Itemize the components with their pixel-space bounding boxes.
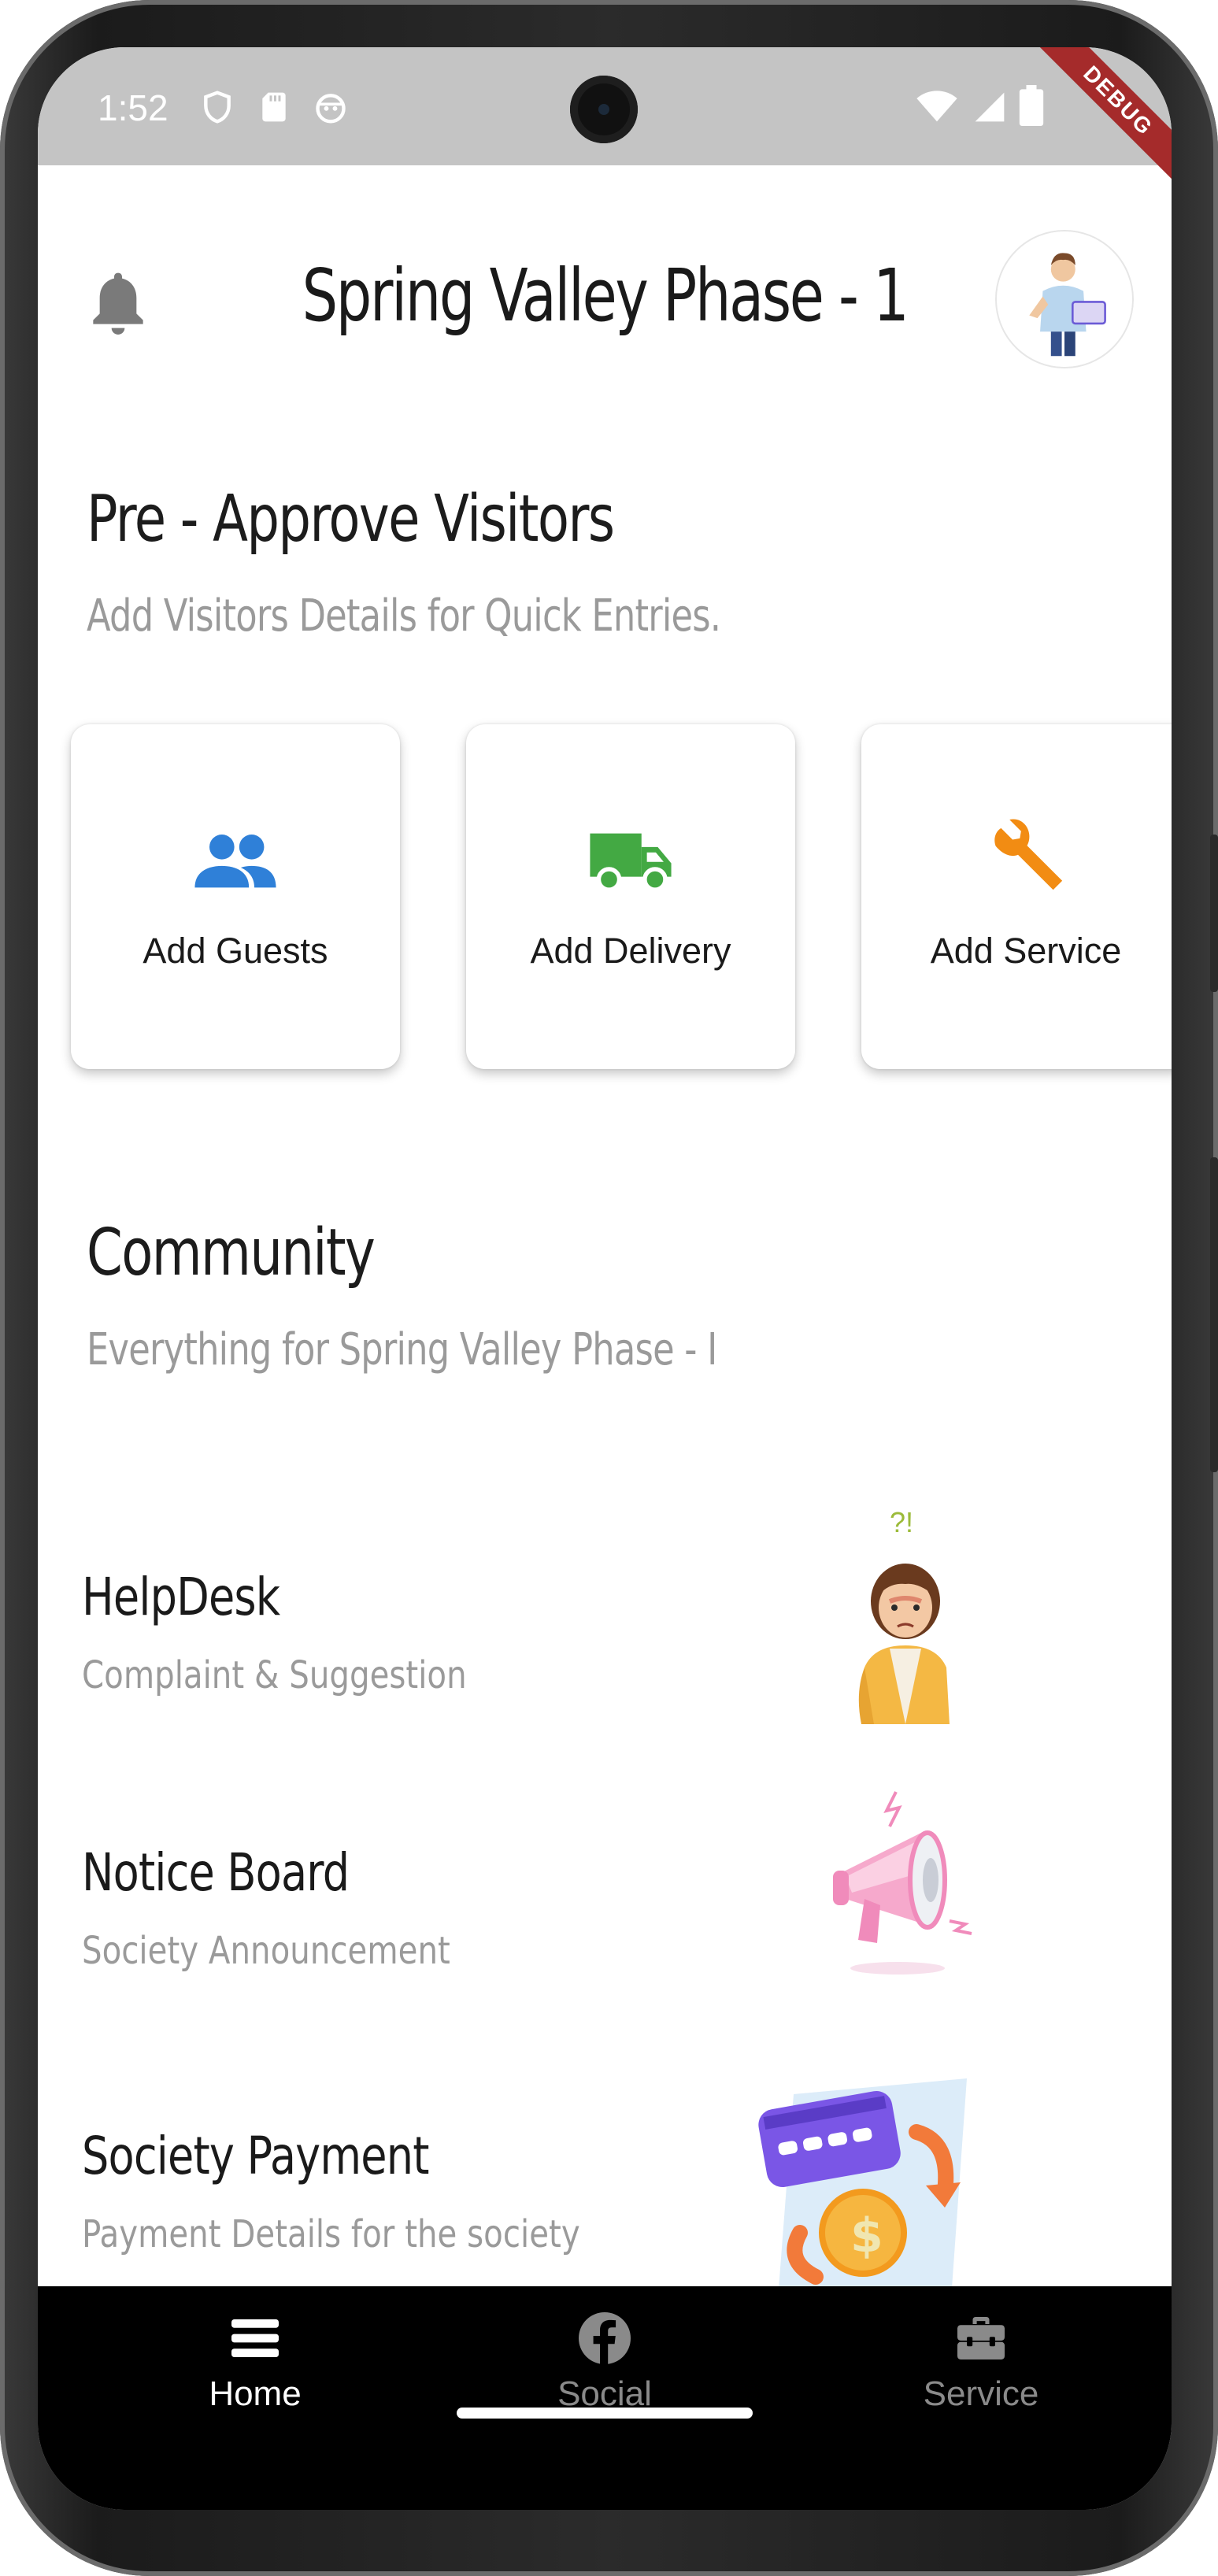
sd-card-icon — [262, 92, 286, 122]
nav-social[interactable]: Social — [487, 2310, 723, 2414]
society-payment-row[interactable]: Society Payment Payment Details for the … — [38, 2047, 1172, 2299]
bottom-navigation: Home Social Service — [38, 2286, 1172, 2510]
status-time: 1:52 — [98, 87, 168, 128]
confused-person-illustration: ?! — [858, 1506, 950, 1724]
front-camera — [570, 76, 638, 143]
avatar-illustration — [997, 231, 1132, 367]
nav-home-label: Home — [209, 2374, 302, 2413]
battery-icon — [1019, 85, 1044, 126]
nav-home[interactable]: Home — [137, 2310, 373, 2414]
pre-approve-subtitle: Add Visitors Details for Quick Entries. — [87, 590, 721, 642]
signal-icon — [975, 92, 1005, 122]
card-payment-illustration: $ — [758, 2078, 967, 2299]
notice-board-subtitle: Society Announcement — [82, 1929, 450, 1973]
user-avatar[interactable] — [995, 230, 1134, 368]
add-guests-card[interactable]: Add Guests — [71, 724, 400, 1069]
helpdesk-row[interactable]: HelpDesk Complaint & Suggestion ?! — [38, 1496, 1172, 1779]
phone-screen: 1:52 DEBUG Spring Valley Phase - 1 Pre -… — [38, 47, 1172, 2510]
helpdesk-title: HelpDesk — [82, 1567, 280, 1627]
wifi-icon — [916, 91, 957, 122]
bell-icon[interactable] — [87, 268, 150, 339]
delivery-truck-icon — [590, 833, 672, 892]
status-bar: 1:52 DEBUG — [38, 47, 1172, 186]
society-payment-subtitle: Payment Details for the society — [82, 2212, 580, 2256]
power-button — [1210, 1157, 1218, 1472]
page-title: Spring Valley Phase - 1 — [302, 254, 909, 338]
wrench-icon — [994, 819, 1063, 890]
add-service-card[interactable]: Add Service — [861, 724, 1172, 1069]
community-subtitle: Everything for Spring Valley Phase - I — [87, 1324, 717, 1375]
helpdesk-subtitle: Complaint & Suggestion — [82, 1653, 467, 1697]
add-delivery-card[interactable]: Add Delivery — [466, 724, 795, 1069]
society-payment-title: Society Payment — [82, 2126, 429, 2186]
nav-service[interactable]: Service — [863, 2310, 1099, 2414]
notice-board-title: Notice Board — [82, 1842, 350, 1903]
debug-banner: DEBUG — [1033, 47, 1172, 186]
shield-icon — [204, 91, 231, 124]
facebook-icon — [579, 2312, 631, 2364]
add-service-label: Add Service — [930, 931, 1122, 971]
add-guests-label: Add Guests — [143, 931, 328, 971]
android-face-icon — [316, 94, 346, 124]
nav-service-label: Service — [923, 2374, 1039, 2413]
home-menu-icon — [231, 2319, 279, 2357]
guests-icon — [194, 835, 276, 888]
toolbox-icon — [957, 2317, 1005, 2359]
volume-button — [1210, 835, 1218, 992]
svg-text:$: $ — [850, 2208, 883, 2263]
pre-approve-title: Pre - Approve Visitors — [87, 482, 615, 557]
phone-frame: 1:52 DEBUG Spring Valley Phase - 1 Pre -… — [0, 0, 1218, 2576]
megaphone-illustration — [833, 1791, 972, 1975]
home-indicator[interactable] — [457, 2408, 753, 2419]
svg-text:?!: ?! — [890, 1506, 913, 1538]
add-delivery-label: Add Delivery — [530, 931, 731, 971]
notice-board-row[interactable]: Notice Board Society Announcement — [38, 1779, 1172, 2047]
community-title: Community — [87, 1216, 376, 1290]
